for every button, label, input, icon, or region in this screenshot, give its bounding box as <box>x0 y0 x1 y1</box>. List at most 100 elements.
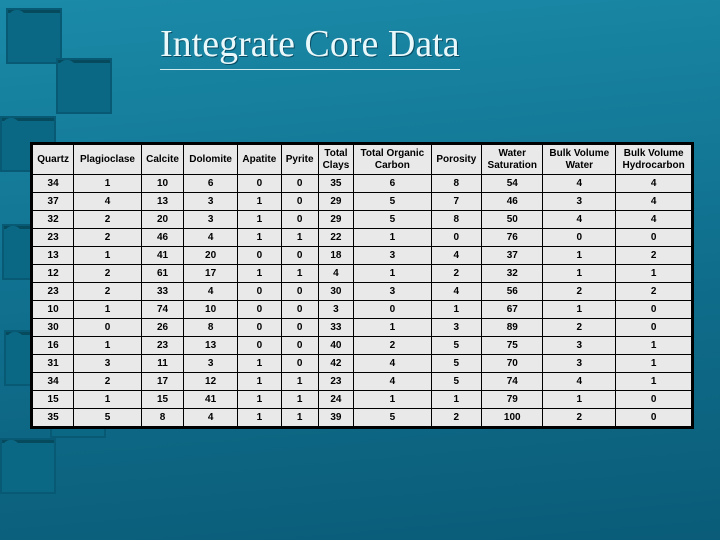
table-cell: 34 <box>33 175 74 193</box>
table-cell: 54 <box>482 175 543 193</box>
table-cell: 2 <box>543 319 616 337</box>
table-cell: 0 <box>616 301 692 319</box>
table-cell: 12 <box>184 373 238 391</box>
table-cell: 0 <box>616 229 692 247</box>
page-title: Integrate Core Data <box>160 22 680 66</box>
table-cell: 1 <box>237 211 281 229</box>
table-cell: 0 <box>281 319 318 337</box>
table-cell: 1 <box>74 337 142 355</box>
table-cell: 2 <box>616 283 692 301</box>
table-cell: 1 <box>281 229 318 247</box>
table-cell: 0 <box>616 319 692 337</box>
table-cell: 1 <box>237 373 281 391</box>
table-cell: 0 <box>281 283 318 301</box>
table-cell: 4 <box>543 373 616 391</box>
table-cell: 2 <box>74 229 142 247</box>
table-cell: 2 <box>354 337 431 355</box>
table-cell: 37 <box>33 193 74 211</box>
table-cell: 0 <box>616 391 692 409</box>
table-cell: 0 <box>281 193 318 211</box>
table-cell: 100 <box>482 409 543 427</box>
page-title-text: Integrate Core Data <box>160 23 460 70</box>
column-header: Calcite <box>141 145 184 175</box>
table-cell: 1 <box>354 391 431 409</box>
table-cell: 5 <box>431 355 482 373</box>
table-cell: 1 <box>237 409 281 427</box>
table-cell: 75 <box>482 337 543 355</box>
table-cell: 0 <box>237 337 281 355</box>
table-cell: 6 <box>354 175 431 193</box>
table-cell: 30 <box>318 283 354 301</box>
table-cell: 11 <box>141 355 184 373</box>
table-cell: 20 <box>184 247 238 265</box>
table-row: 16123130040257531 <box>33 337 692 355</box>
table-cell: 0 <box>543 229 616 247</box>
table-cell: 46 <box>141 229 184 247</box>
table-cell: 42 <box>318 355 354 373</box>
table-cell: 1 <box>74 247 142 265</box>
table-cell: 1 <box>354 265 431 283</box>
table-row: 15115411124117910 <box>33 391 692 409</box>
table-cell: 12 <box>33 265 74 283</box>
table-row: 1017410003016710 <box>33 301 692 319</box>
table-cell: 39 <box>318 409 354 427</box>
table-row: 2323340030345622 <box>33 283 692 301</box>
column-header: Bulk VolumeHydrocarbon <box>616 145 692 175</box>
table-cell: 0 <box>237 283 281 301</box>
table-row: 3002680033138920 <box>33 319 692 337</box>
table-cell: 56 <box>482 283 543 301</box>
table-cell: 24 <box>318 391 354 409</box>
table-cell: 89 <box>482 319 543 337</box>
table-cell: 79 <box>482 391 543 409</box>
table-cell: 3 <box>354 283 431 301</box>
table-cell: 0 <box>281 211 318 229</box>
table-cell: 1 <box>354 319 431 337</box>
table-cell: 33 <box>318 319 354 337</box>
table-cell: 4 <box>616 193 692 211</box>
table-cell: 13 <box>184 337 238 355</box>
table-cell: 30 <box>33 319 74 337</box>
table-cell: 2 <box>543 409 616 427</box>
table-cell: 2 <box>74 265 142 283</box>
table-cell: 0 <box>616 409 692 427</box>
table-cell: 0 <box>281 247 318 265</box>
table-cell: 3 <box>184 211 238 229</box>
table-cell: 4 <box>318 265 354 283</box>
table-cell: 23 <box>141 337 184 355</box>
table-cell: 7 <box>431 193 482 211</box>
table-cell: 0 <box>281 337 318 355</box>
table-cell: 13 <box>33 247 74 265</box>
table-cell: 3 <box>184 193 238 211</box>
table-cell: 1 <box>616 265 692 283</box>
table-cell: 1 <box>74 175 142 193</box>
column-header: Bulk VolumeWater <box>543 145 616 175</box>
table-cell: 1 <box>237 229 281 247</box>
table-cell: 4 <box>184 409 238 427</box>
table-header: QuartzPlagioclaseCalciteDolomiteApatiteP… <box>33 145 692 175</box>
table-cell: 2 <box>74 211 142 229</box>
table-row: 2324641122107600 <box>33 229 692 247</box>
table-cell: 3 <box>354 247 431 265</box>
table-cell: 0 <box>354 301 431 319</box>
table-cell: 2 <box>616 247 692 265</box>
table-cell: 5 <box>354 193 431 211</box>
table-cell: 4 <box>543 175 616 193</box>
table-cell: 8 <box>431 175 482 193</box>
table-cell: 0 <box>237 319 281 337</box>
table-cell: 0 <box>74 319 142 337</box>
table-cell: 1 <box>237 265 281 283</box>
table-row: 1226117114123211 <box>33 265 692 283</box>
table-cell: 1 <box>281 409 318 427</box>
table-cell: 29 <box>318 193 354 211</box>
table-cell: 1 <box>431 391 482 409</box>
table-cell: 20 <box>141 211 184 229</box>
table-row: 3741331029574634 <box>33 193 692 211</box>
table-row: 3131131042457031 <box>33 355 692 373</box>
table-cell: 1 <box>281 391 318 409</box>
table-cell: 34 <box>33 373 74 391</box>
table-cell: 1 <box>281 373 318 391</box>
column-header: Total OrganicCarbon <box>354 145 431 175</box>
table-cell: 74 <box>141 301 184 319</box>
table-cell: 1 <box>281 265 318 283</box>
table-cell: 3 <box>543 337 616 355</box>
